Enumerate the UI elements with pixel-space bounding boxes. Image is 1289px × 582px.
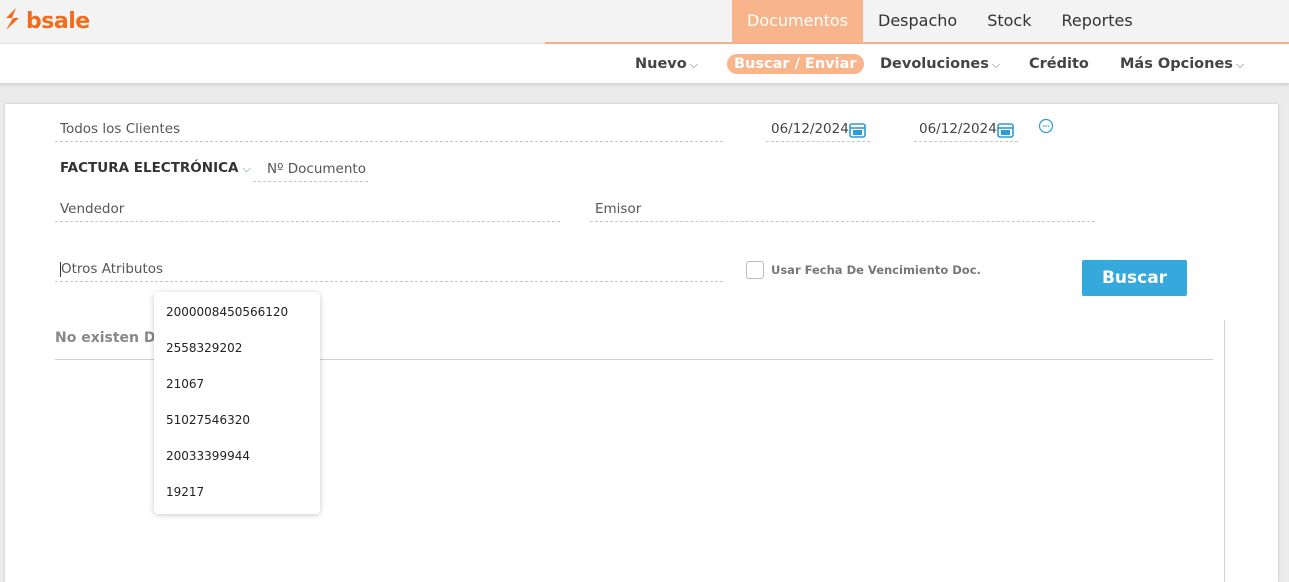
usar-fecha-vencimiento-checkbox[interactable] — [746, 261, 764, 279]
tipo-documento-value: FACTURA ELECTRÓNICA — [60, 160, 239, 176]
sub-nav-buscar-enviar[interactable]: Buscar / Enviar — [727, 54, 864, 74]
fecha-desde-input[interactable]: 06/12/2024 — [766, 118, 870, 142]
main-nav-documentos[interactable]: Documentos — [732, 0, 864, 42]
dropdown-option[interactable]: 20033399944 — [154, 438, 320, 474]
bsale-logo-icon — [2, 6, 22, 36]
brand-name: bsale — [26, 8, 90, 34]
fecha-hasta-input[interactable]: 06/12/2024 — [914, 118, 1018, 142]
sub-nav-nuevo-label: Nuevo — [635, 56, 687, 72]
dropdown-option[interactable]: 51027546320 — [154, 402, 320, 438]
main-nav-stock[interactable]: Stock — [972, 0, 1046, 42]
dropdown-option[interactable]: 21067 — [154, 366, 320, 402]
dropdown-option[interactable]: 19217 — [154, 474, 320, 510]
top-header: bsale Documentos Despacho Stock Reportes — [0, 0, 1289, 42]
sub-nav-mas-opciones-label: Más Opciones — [1120, 56, 1233, 72]
sub-nav-devoluciones[interactable]: Devoluciones ⌵ — [880, 53, 1000, 75]
sub-nav-devoluciones-label: Devoluciones — [880, 56, 989, 72]
tipo-documento-select[interactable]: FACTURA ELECTRÓNICA ⌵ — [60, 160, 251, 176]
otros-atributos-placeholder: Otros Atributos — [61, 261, 164, 277]
vendedor-select[interactable]: Vendedor — [55, 198, 560, 222]
clientes-select[interactable]: Todos los Clientes — [55, 118, 723, 142]
fecha-desde-value: 06/12/2024 — [771, 121, 849, 137]
chevron-down-icon: ⌵ — [1235, 58, 1245, 71]
main-nav-reportes[interactable]: Reportes — [1046, 0, 1147, 42]
chevron-down-icon: ⌵ — [991, 58, 1001, 71]
calendar-icon[interactable] — [849, 122, 866, 141]
bsale-logo[interactable]: bsale — [2, 6, 90, 36]
numero-documento-input[interactable]: Nº Documento — [253, 158, 368, 182]
clear-dates-icon[interactable] — [1038, 118, 1054, 138]
fecha-hasta-value: 06/12/2024 — [919, 121, 997, 137]
sub-nav: Nuevo ⌵ Buscar / Enviar Devoluciones ⌵ Cré… — [0, 44, 1289, 84]
dropdown-option[interactable]: 2000008450566120 — [154, 294, 320, 330]
otros-atributos-input[interactable]: Otros Atributos — [55, 258, 723, 282]
usar-fecha-vencimiento-label: Usar Fecha De Vencimiento Doc. — [771, 263, 981, 277]
sub-nav-nuevo[interactable]: Nuevo ⌵ — [635, 53, 698, 75]
dropdown-option[interactable]: 2558329202 — [154, 330, 320, 366]
results-border — [1224, 320, 1225, 582]
chevron-down-icon: ⌵ — [242, 162, 251, 175]
otros-atributos-dropdown: 2000008450566120 2558329202 21067 510275… — [154, 292, 320, 514]
sub-nav-credito[interactable]: Crédito — [1029, 53, 1089, 75]
emisor-select[interactable]: Emisor — [590, 198, 1095, 222]
calendar-icon[interactable] — [997, 122, 1014, 141]
chevron-down-icon: ⌵ — [689, 58, 699, 71]
buscar-button[interactable]: Buscar — [1082, 260, 1187, 296]
main-nav-despacho[interactable]: Despacho — [863, 0, 972, 42]
main-nav: Documentos Despacho Stock Reportes — [732, 0, 1148, 42]
sub-nav-mas-opciones[interactable]: Más Opciones ⌵ — [1120, 53, 1244, 75]
